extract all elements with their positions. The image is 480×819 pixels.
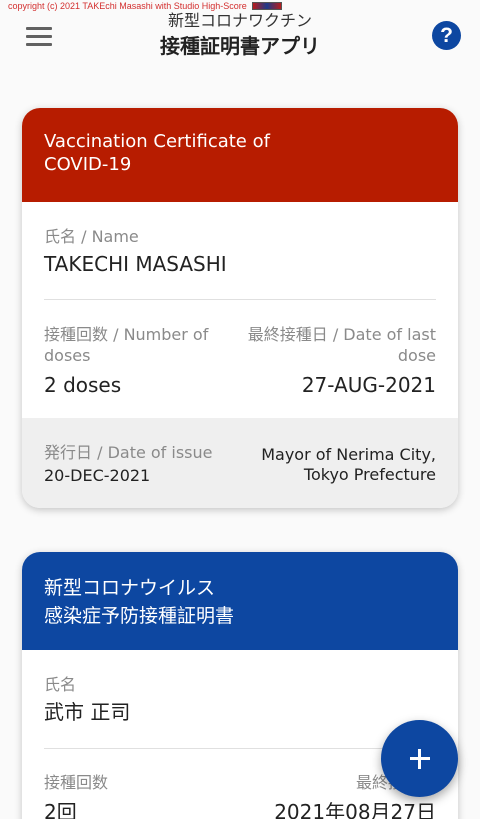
card-title-line1: 新型コロナウイルス [44, 577, 216, 599]
card-header: Vaccination Certificate of COVID-19 [22, 108, 458, 202]
last-dose-date-label-line1: 最終接種日 / Date of last [247, 325, 436, 344]
last-dose-date-value: 27-AUG-2021 [301, 373, 436, 397]
issue-section: 発行日 / Date of issue 20-DEC-2021 Mayor of… [22, 418, 458, 508]
name-label: 氏名 / Name [44, 227, 139, 246]
name-section: 氏名 武市 正司 [22, 650, 458, 726]
dose-section: 接種回数 / Number of doses 2 doses 最終接種日 / D… [22, 300, 458, 399]
divider-wrap [22, 278, 458, 300]
add-certificate-button[interactable] [381, 720, 458, 797]
last-dose-date-value: 2021年08月27日 [274, 800, 436, 819]
issuer-line1: Mayor of Nerima City, [261, 445, 436, 464]
app-title-block: 新型コロナワクチン 接種証明書アプリ [0, 11, 480, 61]
name-section: 氏名 / Name TAKECHI MASASHI [22, 202, 458, 278]
name-value: 武市 正司 [44, 700, 131, 724]
doses-label: 接種回数 / Number of doses [44, 325, 209, 365]
card-title-line2: 感染症予防接種証明書 [44, 605, 235, 627]
card-title-line2: COVID-19 [44, 154, 132, 175]
doses-label: 接種回数 [44, 773, 109, 792]
name-label: 氏名 [44, 675, 77, 694]
issue-date-value: 20-DEC-2021 [44, 466, 151, 485]
doses-value: 2回 [44, 800, 77, 819]
last-dose-date-label-line2: dose [397, 346, 436, 365]
name-value: TAKECHI MASASHI [44, 252, 227, 276]
help-icon[interactable]: ? [432, 21, 461, 50]
app-subtitle: 新型コロナワクチン [167, 11, 312, 30]
doses-value: 2 doses [44, 373, 122, 397]
card-header: 新型コロナウイルス 感染症予防接種証明書 [22, 552, 458, 650]
app-title: 接種証明書アプリ [160, 34, 320, 58]
certificate-card-english[interactable]: Vaccination Certificate of COVID-19 氏名 /… [22, 108, 458, 508]
card-title-line1: Vaccination Certificate of [44, 131, 270, 152]
issue-date-label: 発行日 / Date of issue [44, 443, 213, 462]
issuer-line2: Tokyo Prefecture [303, 465, 436, 484]
app-bar: 新型コロナワクチン 接種証明書アプリ ? [0, 0, 480, 80]
